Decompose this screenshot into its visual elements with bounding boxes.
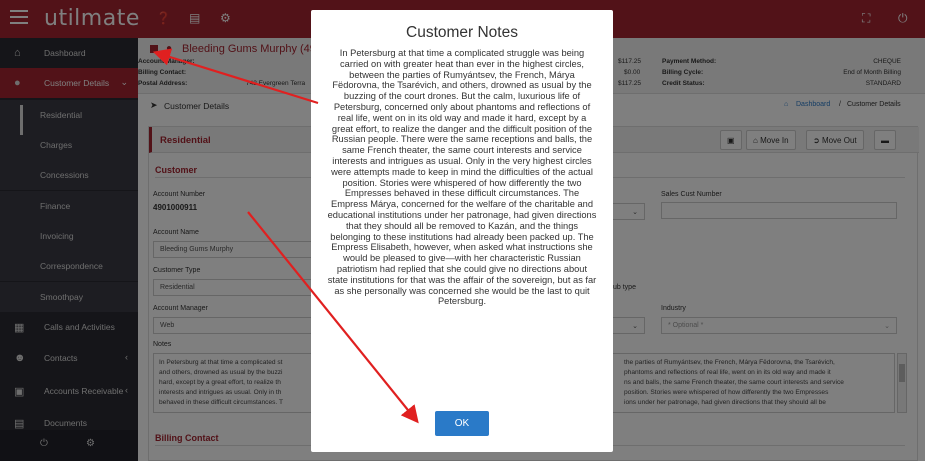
ok-button[interactable]: OK [435, 411, 489, 436]
customer-notes-modal: Customer Notes In Petersburg at that tim… [311, 10, 613, 452]
modal-body-text: In Petersburg at that time a complicated… [327, 48, 597, 307]
modal-title: Customer Notes [406, 24, 518, 41]
